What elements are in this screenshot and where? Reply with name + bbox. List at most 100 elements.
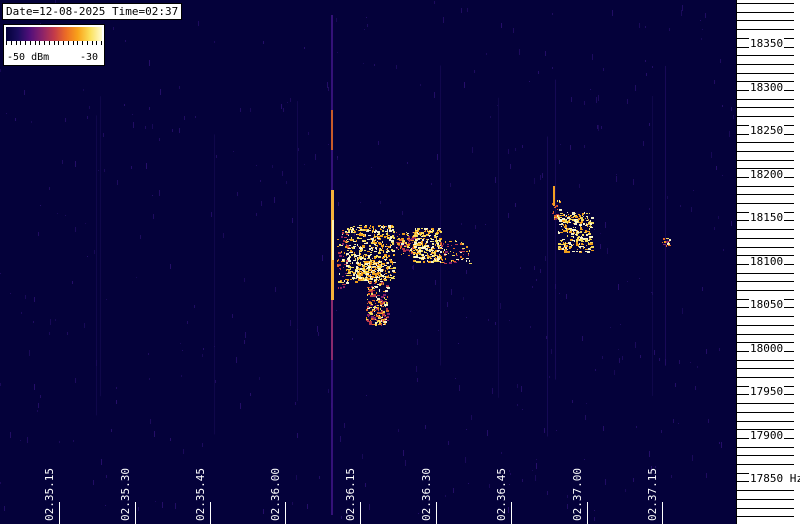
- signal-burst: [434, 251, 435, 253]
- signal-burst: [392, 243, 394, 245]
- signal-burst: [563, 242, 564, 244]
- signal-burst: [381, 324, 382, 326]
- signal-burst: [432, 251, 433, 253]
- signal-burst: [562, 218, 565, 220]
- noise-speck: [586, 403, 587, 404]
- signal-burst: [573, 236, 574, 238]
- noise-speck: [215, 380, 216, 383]
- signal-burst: [342, 230, 344, 231]
- signal-burst: [428, 235, 431, 236]
- signal-burst: [346, 253, 349, 255]
- signal-burst: [451, 245, 452, 246]
- signal-burst: [407, 235, 409, 236]
- signal-burst: [571, 245, 573, 246]
- frequency-minor-tick: [737, 316, 794, 317]
- signal-burst: [370, 307, 372, 308]
- signal-burst: [373, 271, 374, 272]
- signal-burst: [443, 251, 444, 253]
- signal-burst: [364, 254, 367, 255]
- noise-speck: [702, 287, 703, 291]
- signal-burst: [575, 230, 577, 231]
- signal-burst: [581, 241, 584, 242]
- signal-burst: [466, 246, 468, 248]
- signal-burst: [344, 280, 345, 282]
- noise-speck: [87, 256, 88, 257]
- noise-speck: [669, 28, 670, 31]
- signal-burst: [348, 270, 350, 272]
- signal-burst: [590, 223, 592, 225]
- noise-speck: [211, 212, 212, 217]
- noise-speck: [445, 495, 446, 497]
- signal-burst: [354, 252, 355, 254]
- signal-burst: [387, 237, 389, 239]
- signal-burst: [564, 249, 567, 251]
- signal-burst: [411, 252, 412, 254]
- signal-burst: [435, 259, 436, 261]
- noise-speck: [133, 122, 134, 128]
- noise-speck: [618, 284, 619, 290]
- signal-burst: [390, 246, 391, 248]
- noise-speck: [216, 155, 217, 158]
- signal-burst: [383, 227, 384, 229]
- noise-speck: [678, 423, 679, 424]
- signal-burst: [423, 234, 424, 235]
- frequency-minor-tick: [737, 368, 794, 369]
- signal-burst: [567, 235, 568, 237]
- signal-burst: [347, 273, 348, 274]
- signal-burst: [377, 305, 379, 306]
- frequency-minor-tick: [737, 247, 794, 248]
- noise-speck: [600, 244, 601, 249]
- signal-burst: [388, 268, 389, 269]
- signal-burst: [387, 248, 388, 249]
- signal-burst: [568, 229, 571, 230]
- noise-speck: [150, 419, 151, 424]
- spectrogram-plot[interactable]: Date=12-08-2025 Time=02:37 -50 dBm -30 0…: [0, 0, 736, 524]
- noise-speck: [367, 24, 368, 27]
- signal-burst: [375, 229, 376, 230]
- signal-burst: [382, 241, 383, 242]
- signal-burst: [552, 203, 553, 205]
- noise-speck: [337, 157, 338, 160]
- noise-speck: [283, 108, 284, 112]
- noise-speck: [315, 154, 316, 160]
- signal-burst: [466, 251, 468, 252]
- noise-speck: [98, 170, 99, 171]
- signal-burst: [347, 232, 348, 233]
- signal-burst: [439, 255, 441, 256]
- noise-speck: [297, 433, 298, 438]
- noise-speck: [307, 504, 308, 509]
- signal-burst: [427, 239, 428, 241]
- frequency-minor-tick: [737, 160, 794, 161]
- noise-speck: [380, 201, 381, 204]
- signal-burst: [559, 209, 562, 210]
- signal-burst: [350, 256, 351, 258]
- noise-speck: [420, 84, 421, 86]
- signal-burst: [355, 258, 356, 260]
- frequency-minor-tick: [737, 360, 794, 361]
- signal-burst: [361, 279, 363, 280]
- signal-burst: [426, 239, 427, 240]
- signal-burst: [462, 251, 465, 252]
- noise-speck: [179, 86, 180, 89]
- signal-burst: [417, 253, 420, 254]
- noise-speck: [466, 317, 467, 318]
- noise-speck: [103, 133, 104, 137]
- signal-burst: [430, 249, 431, 251]
- signal-burst: [363, 241, 364, 242]
- signal-burst: [669, 243, 670, 245]
- noise-speck: [75, 227, 76, 232]
- signal-burst: [393, 237, 395, 239]
- signal-burst: [440, 243, 442, 245]
- signal-burst: [374, 251, 377, 252]
- signal-burst: [569, 247, 572, 248]
- time-tick: [285, 502, 286, 524]
- noise-speck: [567, 495, 568, 498]
- signal-burst: [590, 227, 593, 228]
- signal-burst: [417, 232, 418, 234]
- signal-burst: [586, 245, 587, 246]
- signal-burst: [372, 258, 373, 259]
- signal-burst: [364, 250, 366, 251]
- signal-burst: [349, 252, 352, 253]
- noise-speck: [275, 287, 276, 292]
- noise-speck: [490, 116, 491, 118]
